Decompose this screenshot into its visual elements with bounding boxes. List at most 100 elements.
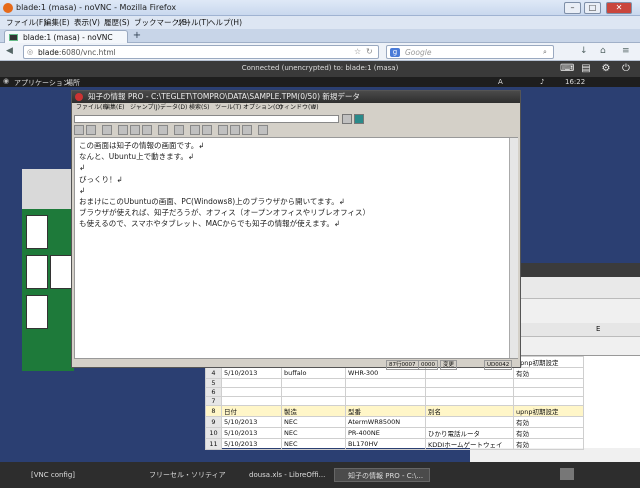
task-vnc-config[interactable]: [VNC config]: [18, 468, 128, 482]
table-cell[interactable]: 有効: [513, 367, 584, 379]
list-icon[interactable]: [158, 125, 168, 135]
table-cell[interactable]: 型番: [345, 405, 426, 417]
table-cell[interactable]: [425, 396, 514, 406]
table-cell[interactable]: [281, 387, 346, 397]
column-e-header[interactable]: E: [596, 325, 600, 333]
kj-text-editor[interactable]: この画面は知子の情報の画面です。↲ なんと、Ubuntu上で動きます。↲ ↲ び…: [74, 137, 518, 359]
jump-next-icon[interactable]: [242, 125, 252, 135]
table-cell[interactable]: [345, 387, 426, 397]
home-icon[interactable]: ⌂: [600, 46, 606, 56]
reload-icon[interactable]: ↻: [366, 47, 373, 56]
workspace-switcher-icon[interactable]: [560, 468, 574, 480]
row-header[interactable]: 8: [205, 405, 222, 417]
kj-menu-data[interactable]: データ(D): [160, 103, 187, 113]
bookmark-star-icon[interactable]: ☆: [354, 47, 361, 56]
grid-icon[interactable]: [342, 114, 352, 124]
table-cell[interactable]: 製造: [281, 405, 346, 417]
table-row[interactable]: 9 5/10/2013 NEC AtermWR8500N 有効: [205, 416, 584, 428]
table-cell[interactable]: [345, 378, 426, 388]
power-icon[interactable]: ⏻: [620, 63, 632, 75]
table-cell[interactable]: 有効: [513, 427, 584, 439]
menu-view[interactable]: 表示(V): [74, 16, 100, 29]
table-row[interactable]: 10 5/10/2013 NEC PR-400NE ひかり電話ルータ 有効: [205, 427, 584, 439]
places-menu[interactable]: 場所: [66, 78, 80, 88]
menu-tools[interactable]: ツール(T): [176, 16, 209, 29]
google-icon[interactable]: g: [390, 48, 400, 57]
row-header[interactable]: 6: [205, 387, 222, 397]
close-button[interactable]: ✕: [606, 2, 632, 14]
kj-menu-help[interactable]: ?: [312, 103, 315, 113]
table-cell[interactable]: [513, 387, 584, 397]
kj-body-text[interactable]: この画面は知子の情報の画面です。↲ なんと、Ubuntu上で動きます。↲ ↲ び…: [79, 140, 370, 230]
remote-desktop[interactable]: ◉ アプリケーション 場所 A ♪ 16:22 E 35/10/2013buff…: [0, 77, 640, 488]
task-chishiki[interactable]: 知子の情報 PRO - C:\...: [334, 468, 430, 482]
table-cell[interactable]: PR-400NE: [345, 427, 426, 439]
vertical-scrollbar[interactable]: [509, 138, 518, 358]
table-cell[interactable]: NEC: [281, 416, 346, 428]
cut-icon[interactable]: [118, 125, 128, 135]
row-header[interactable]: 7: [205, 396, 222, 406]
help-icon[interactable]: [258, 125, 268, 135]
copy-icon[interactable]: [130, 125, 140, 135]
menu-icon[interactable]: ≡: [622, 46, 630, 56]
kj-menu-search[interactable]: 検索(S): [189, 103, 210, 113]
maximize-button[interactable]: □: [584, 2, 601, 14]
paste-icon[interactable]: [142, 125, 152, 135]
table-cell[interactable]: NEC: [281, 427, 346, 439]
keyboard-icon[interactable]: ⌨: [560, 63, 574, 75]
check-icon[interactable]: [174, 125, 184, 135]
row-header[interactable]: 5: [205, 378, 222, 388]
table-cell[interactable]: 有効: [513, 438, 584, 450]
kj-menu-jump[interactable]: ジャンプ(J): [130, 103, 160, 113]
pencil-icon[interactable]: [190, 125, 200, 135]
table-cell[interactable]: [513, 378, 584, 388]
kj-menu-tools[interactable]: ツール(T): [215, 103, 241, 113]
table-row[interactable]: 5: [205, 378, 584, 388]
table-cell[interactable]: [221, 378, 282, 388]
clipboard-icon[interactable]: ▤: [580, 63, 592, 75]
table-cell[interactable]: 5/10/2013: [221, 416, 282, 428]
table-cell[interactable]: [425, 387, 514, 397]
kj-menu-edit[interactable]: 編集(E): [104, 103, 124, 113]
row-header[interactable]: 11: [205, 438, 222, 450]
chishiki-window[interactable]: 知子の情報 PRO - C:\TEGLET\TOMPRO\DATA\SAMPLE…: [71, 90, 521, 370]
table-cell[interactable]: buffalo: [281, 367, 346, 379]
playing-card[interactable]: [26, 255, 48, 289]
table-cell[interactable]: [425, 378, 514, 388]
table-cell[interactable]: 日付: [221, 405, 282, 417]
table-cell[interactable]: ひかり電話ルータ: [425, 427, 514, 439]
table-cell[interactable]: 5/10/2013: [221, 367, 282, 379]
menu-history[interactable]: 履歴(S): [104, 16, 130, 29]
menu-file[interactable]: ファイル(F): [6, 16, 46, 29]
jump-first-icon[interactable]: [218, 125, 228, 135]
applications-menu[interactable]: アプリケーション: [14, 78, 70, 88]
playing-card[interactable]: [50, 255, 72, 289]
kj-title-input[interactable]: [74, 115, 339, 123]
flag-icon[interactable]: [354, 114, 364, 124]
row-header[interactable]: 9: [205, 416, 222, 428]
new-tab-button[interactable]: +: [130, 31, 144, 42]
table-cell[interactable]: upnp初期設定: [513, 405, 584, 417]
table-cell[interactable]: 別名: [425, 405, 514, 417]
table-cell[interactable]: BL170HV: [345, 438, 426, 450]
table-cell[interactable]: [513, 396, 584, 406]
search-bar[interactable]: g Google ⌕: [386, 45, 554, 59]
table-row[interactable]: 11 5/10/2013 NEC BL170HV KDDIホームゲートウェイ 有効: [205, 438, 584, 450]
playing-card[interactable]: [26, 215, 48, 249]
magnifier-icon[interactable]: ⌕: [543, 48, 547, 57]
open-icon[interactable]: [74, 125, 84, 135]
table-cell[interactable]: [425, 416, 514, 428]
jump-prev-icon[interactable]: [230, 125, 240, 135]
playing-card[interactable]: [26, 295, 48, 329]
download-icon[interactable]: ↓: [580, 46, 588, 56]
spreadsheet-table[interactable]: 35/10/2013buffaloWHR-G301Nupnp初期設定45/10/…: [205, 356, 584, 450]
menu-help[interactable]: ヘルプ(H): [208, 16, 242, 29]
table-row[interactable]: 8 日付 製造 型番 別名 upnp初期設定: [205, 405, 584, 417]
row-header[interactable]: 4: [205, 367, 222, 379]
minimize-button[interactable]: –: [564, 2, 581, 14]
table-row[interactable]: 7: [205, 396, 584, 406]
table-cell[interactable]: [281, 378, 346, 388]
table-cell[interactable]: upnp初期設定: [513, 356, 584, 368]
tab-novnc[interactable]: blade:1 (masa) - noVNC: [4, 30, 128, 43]
table-cell[interactable]: NEC: [281, 438, 346, 450]
